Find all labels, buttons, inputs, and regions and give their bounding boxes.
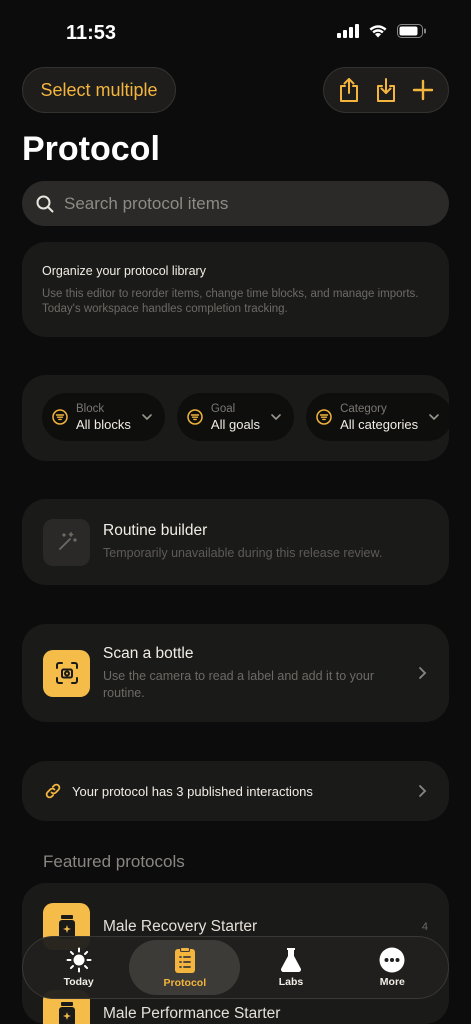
filter-block[interactable]: Block All blocks (42, 393, 165, 441)
scan-bottle-card[interactable]: Scan a bottle Use the camera to read a l… (22, 624, 449, 722)
filter-goal-key: Goal (210, 402, 236, 415)
interactions-card[interactable]: Your protocol has 3 published interactio… (22, 761, 449, 821)
info-body: Use this editor to reorder items, change… (42, 288, 419, 315)
select-multiple-button[interactable]: Select multiple (22, 67, 176, 113)
interactions-text: Your protocol has 3 published interactio… (72, 783, 313, 799)
tab-protocol[interactable]: Protocol (129, 940, 241, 995)
status-bar: 11:53 (0, 0, 471, 60)
status-time: 11:53 (66, 22, 117, 44)
search-bar[interactable]: Search protocol items (22, 181, 449, 226)
chevron-right-icon (419, 667, 427, 679)
routine-builder-subtitle: Temporarily unavailable during this rele… (103, 546, 383, 560)
filter-category[interactable]: Category All categories (306, 393, 449, 441)
wifi-icon (369, 25, 387, 38)
signal-icon (337, 24, 359, 38)
share-icon (339, 78, 358, 102)
featured-item-name: Male Performance Starter (103, 1004, 281, 1022)
scan-title: Scan a bottle (103, 644, 194, 662)
flask-icon (280, 948, 302, 972)
sun-icon (66, 947, 92, 973)
filter-icon (316, 409, 332, 425)
filter-block-value: All blocks (76, 416, 131, 432)
tab-label: Protocol (163, 977, 207, 989)
filter-goal-value: All goals (210, 416, 261, 432)
routine-builder-card[interactable]: Routine builder Temporarily unavailable … (22, 499, 449, 585)
chevron-down-icon (271, 414, 281, 421)
import-button[interactable] (370, 74, 402, 106)
filter-card: Block All blocks Goal All goals Category Al… (22, 375, 449, 461)
share-button[interactable] (333, 74, 365, 106)
filter-category-value: All categories (340, 416, 419, 432)
clipboard-icon (174, 947, 195, 973)
filter-category-key: Category (340, 402, 387, 415)
featured-section-title: Featured protocols (43, 852, 185, 871)
info-heading: Organize your protocol library (42, 264, 206, 278)
tab-today[interactable]: Today (28, 940, 129, 995)
filter-icon (187, 409, 203, 425)
info-card: Organize your protocol library Use this … (22, 242, 449, 337)
page-title: Protocol (22, 130, 160, 168)
routine-builder-title: Routine builder (103, 522, 208, 539)
chevron-down-icon (142, 414, 152, 421)
filter-chips: Block All blocks Goal All goals Category Al… (42, 393, 449, 441)
tab-labs[interactable]: Labs (240, 940, 341, 995)
featured-item-name: Male Recovery Starter (103, 917, 258, 935)
import-icon (376, 78, 395, 102)
tab-label: Labs (278, 976, 304, 988)
camera-scan-icon (43, 649, 90, 697)
scan-subtitle: Use the camera to read a label and add i… (103, 668, 374, 700)
chevron-down-icon (429, 414, 439, 421)
tab-label: Today (63, 976, 94, 988)
filter-goal[interactable]: Goal All goals (176, 393, 295, 441)
tab-label: More (379, 976, 405, 988)
plus-icon (413, 79, 434, 101)
add-button[interactable] (407, 74, 439, 106)
chevron-right-icon (419, 785, 427, 797)
tab-more[interactable]: More (342, 940, 443, 995)
featured-item-count: 4 (421, 920, 428, 933)
link-icon (45, 783, 61, 799)
more-icon (379, 947, 405, 973)
status-icons (337, 24, 427, 38)
search-icon (36, 195, 54, 212)
battery-icon (397, 24, 426, 38)
search-input[interactable]: Search protocol items (64, 194, 228, 214)
filter-icon (52, 409, 68, 425)
header-actions (323, 67, 449, 113)
filter-block-key: Block (76, 402, 105, 415)
tab-bar: Today Protocol Labs More (22, 936, 449, 999)
magic-wand-icon (43, 518, 90, 566)
